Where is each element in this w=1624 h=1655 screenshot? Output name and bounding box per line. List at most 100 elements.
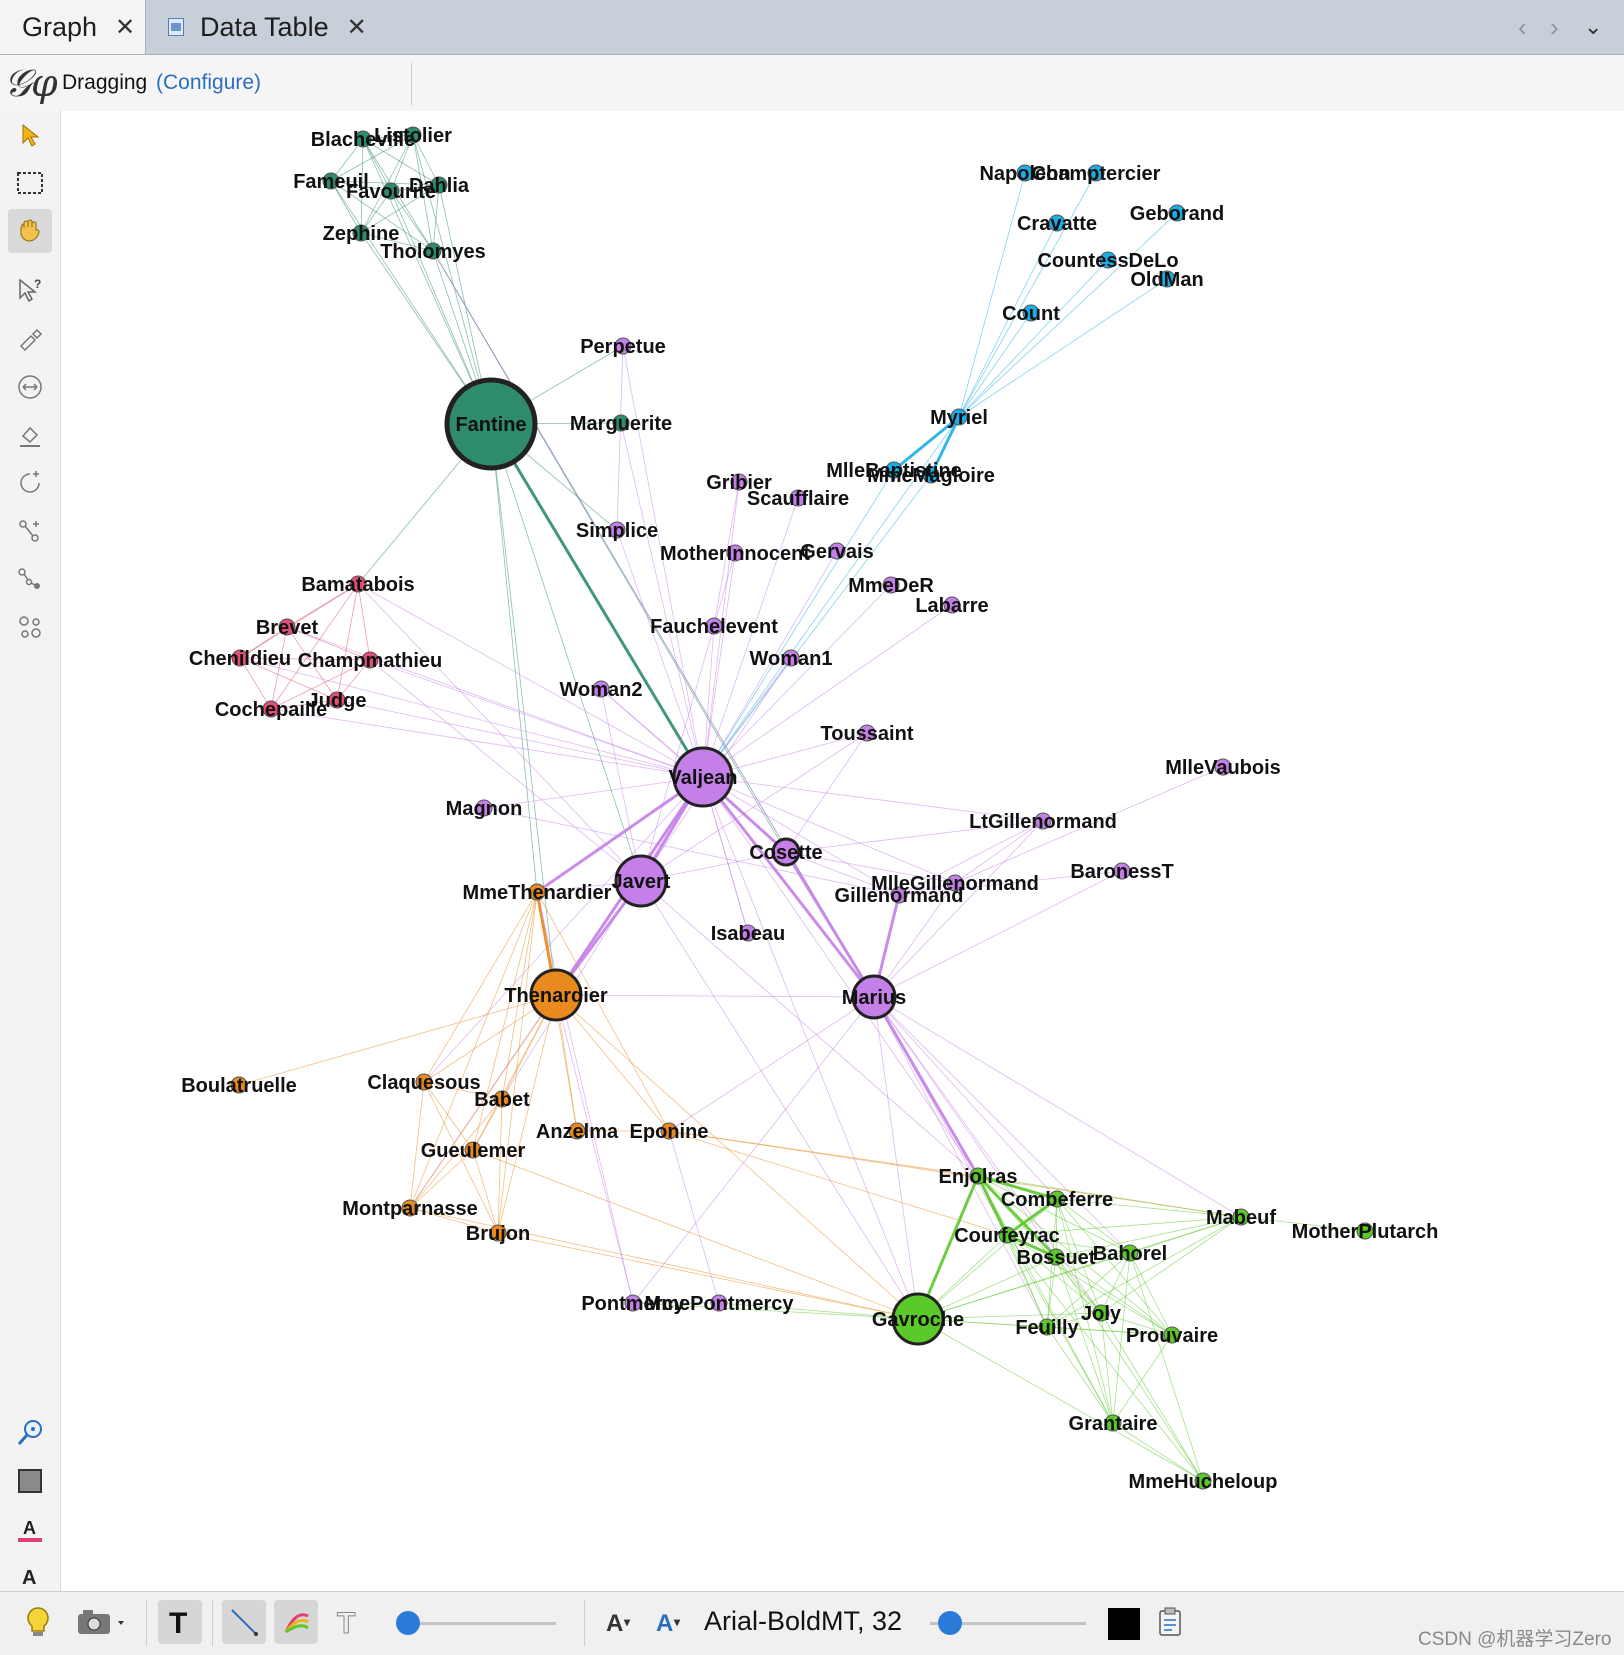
node-label-brevet: Brevet bbox=[256, 617, 319, 639]
label-size-slider-knob[interactable] bbox=[938, 1611, 962, 1635]
scroll-left-icon[interactable]: ‹ bbox=[1518, 0, 1527, 54]
node-label-mmepontmercy: MmePontmercy bbox=[645, 1293, 795, 1315]
edge-cosette-toussaint bbox=[785, 732, 868, 853]
node-label-myriel: Myriel bbox=[930, 407, 988, 429]
shortest-path-icon[interactable] bbox=[8, 557, 52, 601]
show-labels-icon[interactable]: T bbox=[158, 1600, 202, 1644]
edge-javert-gavroche bbox=[640, 880, 919, 1320]
svg-text:A: A bbox=[23, 1518, 36, 1538]
close-icon[interactable]: ✕ bbox=[347, 13, 367, 42]
edge-labels-icon[interactable]: T bbox=[326, 1600, 370, 1644]
node-label-bossuet: Bossuet bbox=[1017, 1247, 1096, 1269]
edge-mmepontmercy-eponine bbox=[668, 1130, 720, 1304]
node-label-grantaire: Grantaire bbox=[1069, 1413, 1158, 1435]
zoom-fit-icon[interactable] bbox=[8, 1411, 52, 1455]
edge-valjean-mmeder bbox=[702, 584, 892, 778]
table-icon bbox=[168, 18, 184, 36]
node-label-thenardier: Thenardier bbox=[504, 985, 608, 1007]
clipboard-settings-icon[interactable] bbox=[1148, 1600, 1192, 1644]
help-pointer-icon[interactable]: ? bbox=[8, 269, 52, 313]
node-label-motherinnocent: MotherInnocent bbox=[660, 543, 810, 565]
close-icon[interactable]: ✕ bbox=[115, 13, 135, 42]
tab-data-table[interactable]: Data Table ✕ bbox=[168, 0, 367, 54]
fill-bucket-icon[interactable] bbox=[8, 413, 52, 457]
network-graph[interactable]: BlachevilleListolierFameuilFavouriteDahl… bbox=[61, 111, 1624, 1591]
resize-icon[interactable] bbox=[8, 365, 52, 409]
configure-link[interactable]: (Configure) bbox=[156, 71, 261, 95]
node-label-mllevaubois: MlleVaubois bbox=[1165, 757, 1281, 779]
font-color-icon[interactable]: A ▾ bbox=[646, 1600, 690, 1644]
node-label-mmeder: MmeDeR bbox=[848, 575, 934, 597]
node-label-gueulemer: Gueulemer bbox=[421, 1140, 526, 1162]
add-edge-icon[interactable] bbox=[8, 509, 52, 553]
edge-valjean-mllegillenormand bbox=[702, 776, 956, 884]
node-label-bamatabois: Bamatabois bbox=[301, 574, 414, 596]
node-label-toussaint: Toussaint bbox=[821, 723, 914, 745]
edge-color-icon[interactable] bbox=[274, 1600, 318, 1644]
edge-javert-bamatabois bbox=[357, 583, 642, 882]
divider bbox=[146, 1600, 147, 1646]
edge-scale-slider[interactable] bbox=[406, 1622, 556, 1625]
edge-marius-bahorel bbox=[873, 996, 1131, 1254]
svg-text:▾: ▾ bbox=[623, 1615, 631, 1629]
heat-map-icon[interactable] bbox=[8, 605, 52, 649]
rectangle-select-icon[interactable] bbox=[8, 161, 52, 205]
edge-feuilly-grantaire bbox=[1046, 1326, 1114, 1424]
rotate-icon[interactable] bbox=[8, 461, 52, 505]
edge-marius-pontmercy bbox=[632, 996, 875, 1304]
bottom-toolbar: T T A ▾ A ▾ Arial-BoldMT, 32 CSDN @机器学习Zer… bbox=[0, 1591, 1624, 1655]
edge-marius-mabeuf bbox=[873, 996, 1242, 1218]
label-color-icon[interactable]: A bbox=[8, 1507, 52, 1551]
edge-fantine-valjean bbox=[489, 423, 705, 778]
node-label-joly: Joly bbox=[1081, 1303, 1122, 1325]
tab-bar: Graph ✕ Data Table ✕ ‹ › ⌄ bbox=[0, 0, 1624, 55]
edge-mmethenardier-brujon bbox=[497, 891, 538, 1234]
node-label-perpetue: Perpetue bbox=[580, 336, 666, 358]
tab-graph[interactable]: Graph ✕ bbox=[0, 0, 146, 54]
svg-text:?: ? bbox=[34, 277, 41, 291]
node-label-champmathieu: Champmathieu bbox=[298, 650, 442, 672]
font-size-down-icon[interactable]: A ▾ bbox=[596, 1600, 640, 1644]
edge-valjean-bamatabois bbox=[357, 583, 704, 778]
node-label-cosette: Cosette bbox=[749, 842, 822, 864]
node-label-ltgillenormand: LtGillenormand bbox=[969, 811, 1117, 833]
select-tool-icon[interactable] bbox=[8, 113, 52, 157]
background-color-icon[interactable] bbox=[8, 1459, 52, 1503]
edge-myriel-napoleon bbox=[958, 172, 1026, 418]
edge-feuilly-mabeuf bbox=[1046, 1216, 1242, 1328]
drag-hand-icon[interactable] bbox=[8, 209, 52, 253]
screenshot-camera-icon[interactable] bbox=[70, 1600, 134, 1644]
node-label-labarre: Labarre bbox=[915, 595, 988, 617]
edge-marius-ltgillenormand bbox=[873, 820, 1044, 998]
edge-myriel-count bbox=[958, 312, 1032, 418]
edge-marius-courfeyrac bbox=[873, 996, 1008, 1236]
edge-valjean-judge bbox=[336, 699, 704, 778]
divider bbox=[212, 1600, 213, 1646]
node-label-cravatte: Cravatte bbox=[1017, 213, 1097, 235]
svg-text:A: A bbox=[656, 1610, 673, 1637]
edge-marius-feuilly bbox=[873, 996, 1048, 1328]
node-label-boulatruelle: Boulatruelle bbox=[181, 1075, 297, 1097]
node-label-valjean: Valjean bbox=[669, 767, 738, 789]
svg-text:A: A bbox=[606, 1610, 623, 1637]
label-color-swatch[interactable] bbox=[1108, 1608, 1140, 1640]
node-label-mmehucheloup: MmeHucheloup bbox=[1129, 1471, 1278, 1493]
edge-bamatabois-judge bbox=[336, 583, 359, 701]
chevron-down-icon[interactable]: ⌄ bbox=[1584, 0, 1602, 54]
show-edges-icon[interactable] bbox=[222, 1600, 266, 1644]
node-label-woman2: Woman2 bbox=[560, 679, 643, 701]
edge-valjean-claquesous bbox=[423, 776, 704, 1083]
edge-myriel-oldman bbox=[958, 278, 1168, 418]
edge-bahorel-mmehucheloup bbox=[1129, 1252, 1204, 1482]
node-label-fauchelevent: Fauchelevent bbox=[650, 616, 778, 638]
scroll-right-icon[interactable]: › bbox=[1550, 0, 1559, 54]
divider bbox=[411, 63, 412, 105]
lightbulb-icon[interactable] bbox=[16, 1600, 60, 1644]
graph-toolbar: 𝒢φ Dragging (Configure) bbox=[0, 55, 1624, 112]
edge-courfeyrac-mmehucheloup bbox=[1006, 1234, 1204, 1482]
font-name-label[interactable]: Arial-BoldMT, 32 bbox=[704, 1606, 902, 1637]
graph-canvas[interactable]: Blacheville Listolier Fameuil Favourite Dahl… bbox=[61, 111, 1624, 1591]
paintbrush-icon[interactable] bbox=[8, 317, 52, 361]
watermark-text: CSDN @机器学习Zero bbox=[1418, 1629, 1612, 1650]
edge-scale-slider-knob[interactable] bbox=[396, 1611, 420, 1635]
